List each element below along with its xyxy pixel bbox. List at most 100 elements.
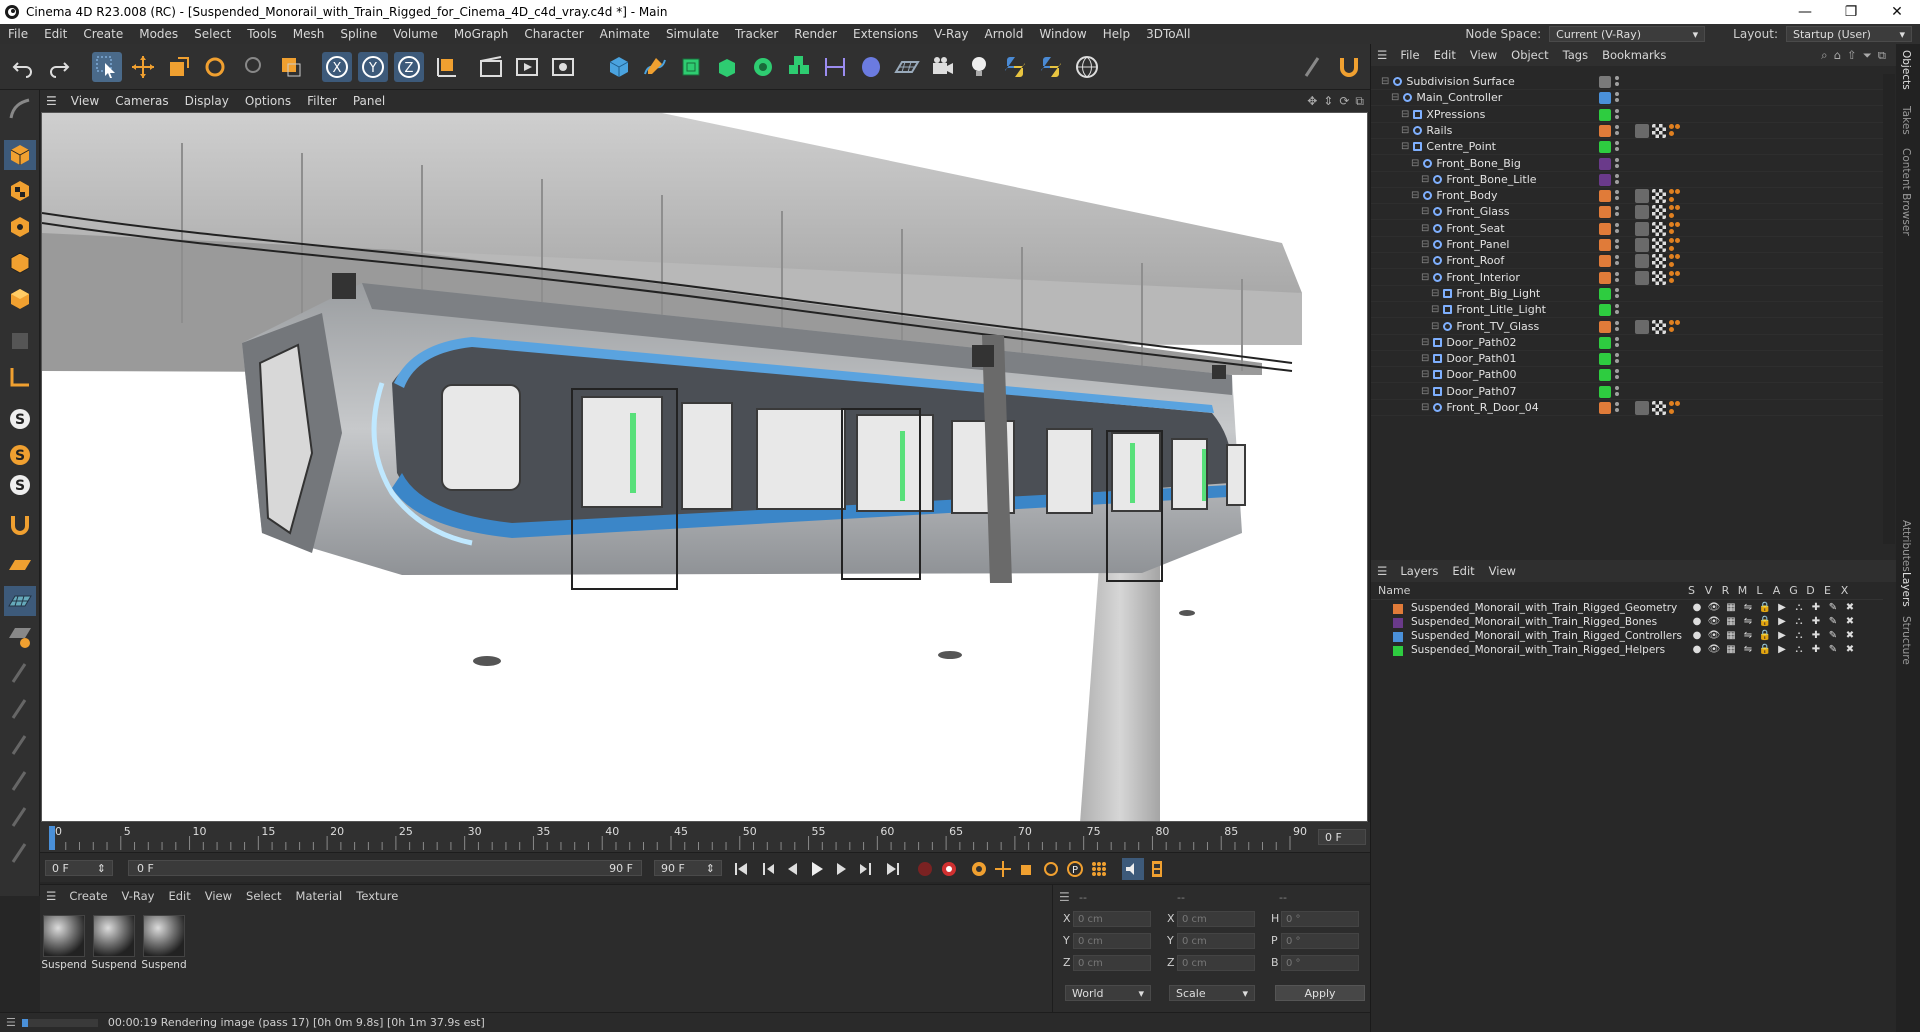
selection-tag-icon[interactable]: [1669, 270, 1681, 285]
material-menu-edit[interactable]: Edit: [161, 889, 197, 903]
expand-toggle-icon[interactable]: ⊟: [1421, 239, 1429, 250]
selection-tag-icon[interactable]: [1669, 221, 1681, 236]
next-key-button[interactable]: [854, 858, 876, 880]
search-icon[interactable]: ⌕: [1821, 48, 1827, 63]
hamburger-icon[interactable]: ☰: [40, 889, 62, 903]
visibility-dots-icon[interactable]: [1615, 222, 1619, 235]
visibility-dots-icon[interactable]: [1615, 157, 1619, 170]
web-globe-button[interactable]: [1072, 52, 1102, 82]
layer-color-swatch[interactable]: [1599, 353, 1611, 366]
expression-icon[interactable]: ✎: [1825, 630, 1841, 641]
spline-pen-button[interactable]: [640, 52, 670, 82]
layer-flag-column-s[interactable]: S: [1683, 584, 1700, 597]
visibility-dots-icon[interactable]: [1615, 76, 1619, 88]
render-icon[interactable]: ▦: [1723, 616, 1739, 627]
solo-icon[interactable]: ●: [1689, 602, 1705, 613]
floor-button[interactable]: [892, 52, 922, 82]
layer-color-swatch[interactable]: [1599, 92, 1611, 105]
maximize-button[interactable]: ❐: [1828, 0, 1874, 24]
viewport-menu-cameras[interactable]: Cameras: [107, 94, 176, 108]
generator-icon[interactable]: ⛬: [1791, 644, 1807, 655]
object-row[interactable]: ⊟ Centre_Point: [1371, 139, 1883, 156]
expand-toggle-icon[interactable]: ⊟: [1421, 255, 1429, 266]
generator-icon[interactable]: ⛬: [1791, 630, 1807, 641]
expand-toggle-icon[interactable]: ⊟: [1421, 272, 1429, 283]
visibility-dots-icon[interactable]: [1615, 271, 1619, 284]
layer-color-swatch[interactable]: [1599, 206, 1611, 219]
object-row[interactable]: ⊟ Door_Path02: [1371, 335, 1883, 351]
layer-flag-column-d[interactable]: D: [1802, 584, 1819, 597]
next-frame-button[interactable]: [830, 858, 852, 880]
coord-value-field[interactable]: 0 °: [1281, 933, 1359, 949]
menu-animate[interactable]: Animate: [592, 27, 658, 41]
expand-toggle-icon[interactable]: ⊟: [1421, 337, 1429, 348]
material-menu-view[interactable]: View: [198, 889, 239, 903]
manager-icon[interactable]: ⇋: [1740, 644, 1756, 655]
texture-tag-icon[interactable]: [1652, 123, 1666, 138]
expand-toggle-icon[interactable]: ⊟: [1421, 223, 1429, 234]
menu-simulate[interactable]: Simulate: [658, 27, 727, 41]
menu-render[interactable]: Render: [786, 27, 845, 41]
layer-color-swatch[interactable]: [1393, 646, 1403, 656]
layer-flag-column-a[interactable]: A: [1768, 584, 1785, 597]
expand-toggle-icon[interactable]: ⊟: [1421, 386, 1429, 397]
extrude-generator-button[interactable]: [712, 52, 742, 82]
live-selection-button[interactable]: [240, 52, 270, 82]
texture-tag-icon[interactable]: [1652, 189, 1666, 204]
animation-icon[interactable]: ▶: [1774, 644, 1790, 655]
xref-icon[interactable]: ✖: [1842, 616, 1858, 627]
home-icon[interactable]: ⌂: [1834, 48, 1841, 63]
box-selection-button[interactable]: [276, 52, 306, 82]
move-tool-button[interactable]: [128, 52, 158, 82]
coord-space-select[interactable]: World ▾: [1065, 985, 1151, 1001]
menu-window[interactable]: Window: [1031, 27, 1094, 41]
python-generator-button[interactable]: [1036, 52, 1066, 82]
material-tag-icon[interactable]: [1635, 270, 1649, 285]
object-row[interactable]: ⊟ Front_R_Door_04: [1371, 400, 1883, 416]
texture-tag-icon[interactable]: [1652, 238, 1666, 252]
vertical-tab-objects[interactable]: Objects: [1900, 50, 1912, 90]
manager-icon[interactable]: ⇋: [1740, 602, 1756, 613]
expand-toggle-icon[interactable]: ⊟: [1401, 125, 1409, 136]
deformer-button[interactable]: [820, 52, 850, 82]
make-editable-button[interactable]: [4, 94, 36, 124]
object-menu-tags[interactable]: Tags: [1556, 48, 1595, 62]
layer-color-swatch[interactable]: [1599, 141, 1611, 154]
coord-value-field[interactable]: 0 °: [1281, 911, 1359, 927]
workplane-button[interactable]: [4, 550, 36, 580]
undo-button[interactable]: [8, 52, 38, 82]
layer-menu-layers[interactable]: Layers: [1393, 564, 1445, 578]
object-row[interactable]: ⊟ XPressions: [1371, 107, 1883, 123]
expand-toggle-icon[interactable]: ⊟: [1411, 190, 1419, 201]
expand-toggle-icon[interactable]: ⊟: [1421, 369, 1429, 380]
manager-icon[interactable]: ⇋: [1740, 616, 1756, 627]
material-menu-create[interactable]: Create: [62, 889, 114, 903]
expand-toggle-icon[interactable]: ⊟: [1431, 288, 1439, 299]
coord-value-field[interactable]: 0 cm: [1073, 955, 1151, 971]
layer-color-swatch[interactable]: [1393, 604, 1403, 614]
expression-icon[interactable]: ✎: [1825, 602, 1841, 613]
texture-tag-icon[interactable]: [1652, 221, 1666, 236]
new-window-icon[interactable]: ⧉: [1878, 48, 1886, 63]
solo-icon[interactable]: ●: [1689, 616, 1705, 627]
animation-icon[interactable]: ▶: [1774, 616, 1790, 627]
object-row[interactable]: ⊟ Front_Panel: [1371, 237, 1883, 253]
menu-create[interactable]: Create: [75, 27, 131, 41]
viewport-menu-display[interactable]: Display: [177, 94, 237, 108]
selection-tag-icon[interactable]: [1669, 123, 1681, 138]
key-parameter-button[interactable]: P: [1064, 858, 1086, 880]
material-menu-texture[interactable]: Texture: [349, 889, 405, 903]
environment-button[interactable]: [856, 52, 886, 82]
lock-icon[interactable]: 🔒: [1757, 644, 1773, 655]
material-tag-icon[interactable]: [1635, 401, 1649, 415]
menu-modes[interactable]: Modes: [131, 27, 186, 41]
animation-icon[interactable]: ▶: [1774, 602, 1790, 613]
soft-selection-button[interactable]: S: [4, 404, 36, 434]
menu-tracker[interactable]: Tracker: [727, 27, 786, 41]
coord-value-field[interactable]: 0 cm: [1177, 955, 1255, 971]
menu-volume[interactable]: Volume: [385, 27, 446, 41]
xref-icon[interactable]: ✖: [1842, 644, 1858, 655]
layer-color-swatch[interactable]: [1393, 618, 1403, 628]
hamburger-icon[interactable]: ☰: [1059, 890, 1070, 904]
visibility-dots-icon[interactable]: [1615, 141, 1619, 153]
